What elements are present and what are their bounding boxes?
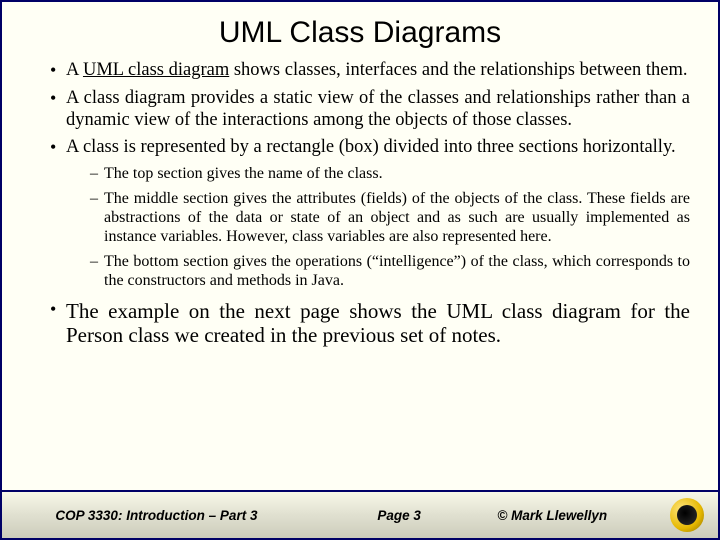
bullet-1-post: shows classes, interfaces and the relati… [229,60,687,80]
bullet-4: The example on the next page shows the U… [50,299,690,349]
ucf-logo-icon [670,498,704,532]
slide-content: A UML class diagram shows classes, inter… [2,60,718,490]
bullet-list: A UML class diagram shows classes, inter… [30,60,690,348]
sub-bullet-1: The top section gives the name of the cl… [90,165,690,184]
footer-course: COP 3330: Introduction – Part 3 [2,508,311,523]
sub-bullet-2: The middle section gives the attributes … [90,190,690,247]
bullet-3-text: A class is represented by a rectangle (b… [66,137,676,157]
bullet-2: A class diagram provides a static view o… [50,88,690,132]
sub-bullet-list: The top section gives the name of the cl… [66,165,690,290]
ucf-logo-inner [677,505,697,525]
slide-title: UML Class Diagrams [2,2,718,60]
bullet-1: A UML class diagram shows classes, inter… [50,60,690,82]
slide: UML Class Diagrams A UML class diagram s… [0,0,720,540]
sub-bullet-3: The bottom section gives the operations … [90,253,690,291]
bullet-3: A class is represented by a rectangle (b… [50,137,690,290]
footer-page: Page 3 [311,508,488,523]
bullet-1-pre: A [66,60,83,80]
bullet-1-underline: UML class diagram [83,60,229,80]
footer: COP 3330: Introduction – Part 3 Page 3 ©… [2,490,718,538]
